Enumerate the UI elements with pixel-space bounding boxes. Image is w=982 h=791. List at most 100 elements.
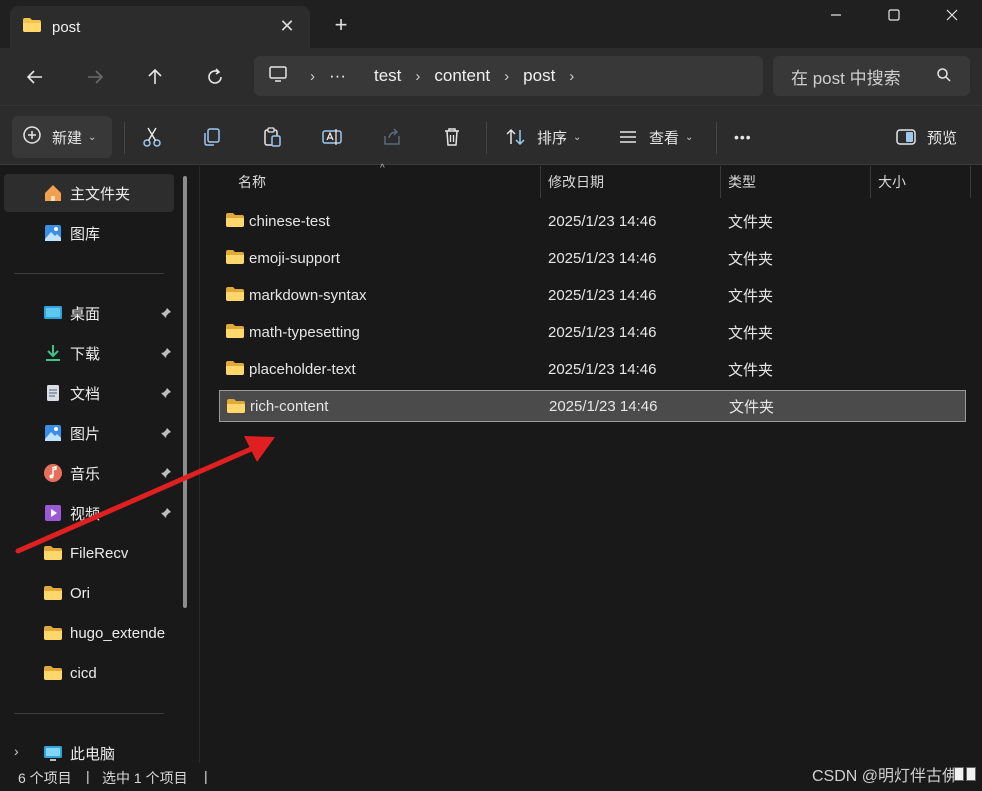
rename-button[interactable] (320, 125, 344, 149)
search-input[interactable]: 在 post 中搜索 (773, 56, 970, 96)
details-view-icon[interactable] (954, 767, 964, 781)
file-type: 文件夹 (728, 213, 774, 231)
table-row[interactable]: emoji-support 2025/1/23 14:46 文件夹 (219, 242, 966, 274)
navigation-pane: 主文件夹 图库 桌面 下载 文档 图片 音乐 视频 FileRecv Ori h… (0, 166, 200, 763)
pin-icon[interactable] (160, 306, 172, 323)
folder-icon (22, 17, 42, 37)
column-divider[interactable] (970, 166, 971, 198)
pin-icon[interactable] (160, 426, 172, 443)
sidebar-scrollbar[interactable] (183, 176, 187, 608)
refresh-button[interactable] (200, 62, 230, 92)
divider (716, 122, 717, 154)
table-row[interactable]: chinese-test 2025/1/23 14:46 文件夹 (219, 205, 966, 237)
gallery-icon (42, 222, 64, 244)
sort-ascending-icon: ^ (380, 163, 385, 174)
sidebar-item-ori[interactable]: Ori (4, 574, 174, 612)
column-divider[interactable] (540, 166, 541, 198)
maximize-button[interactable] (874, 4, 914, 26)
chevron-right-icon[interactable]: › (504, 68, 509, 85)
column-header-name[interactable]: 名称 (238, 166, 266, 198)
sidebar-item-label: 文档 (70, 385, 101, 403)
file-name: rich-content (250, 397, 329, 415)
breadcrumb-post[interactable]: post (523, 66, 555, 86)
home-icon (42, 182, 64, 204)
arrow-left-icon (26, 70, 42, 84)
table-row[interactable]: markdown-syntax 2025/1/23 14:46 文件夹 (219, 279, 966, 311)
table-row[interactable]: placeholder-text 2025/1/23 14:46 文件夹 (219, 353, 966, 385)
tab-post[interactable]: post ✕ (10, 6, 310, 48)
address-bar[interactable]: › ··· test › content › post › (254, 56, 763, 96)
trash-icon (445, 128, 459, 146)
column-header-modified[interactable]: 修改日期 (548, 166, 604, 198)
sort-button[interactable]: 排序 ⌄ (505, 125, 581, 149)
divider (124, 122, 125, 154)
column-divider[interactable] (870, 166, 871, 198)
sidebar-item-gallery[interactable]: 图库 (4, 214, 174, 252)
forward-button[interactable] (80, 62, 110, 92)
sidebar-item-label: cicd (70, 664, 97, 682)
sidebar-item-label: 主文件夹 (70, 185, 131, 203)
paste-icon (264, 127, 281, 147)
folder-icon (42, 622, 64, 644)
minimize-button[interactable] (816, 4, 856, 26)
sidebar-item-downloads[interactable]: 下载 (4, 334, 174, 372)
column-divider[interactable] (720, 166, 721, 198)
breadcrumb-ellipsis[interactable]: ··· (329, 66, 346, 86)
copy-button[interactable] (200, 125, 224, 149)
cut-button[interactable] (140, 125, 164, 149)
view-button[interactable]: 查看 ⌄ (617, 125, 693, 149)
file-type: 文件夹 (728, 250, 774, 268)
paste-button[interactable] (260, 125, 284, 149)
sidebar-item-videos[interactable]: 视频 (4, 494, 174, 532)
preview-button[interactable]: 预览 (895, 125, 957, 149)
file-name: placeholder-text (249, 360, 356, 378)
pin-icon[interactable] (160, 346, 172, 363)
breadcrumb-content[interactable]: content (434, 66, 490, 86)
breadcrumb-test[interactable]: test (374, 66, 401, 86)
folder-icon (42, 582, 64, 604)
pin-icon[interactable] (160, 466, 172, 483)
address-row: › ··· test › content › post › 在 post 中搜索 (0, 48, 982, 105)
chevron-right-icon[interactable]: › (569, 68, 574, 85)
tiles-view-icon[interactable] (966, 767, 976, 781)
pin-icon[interactable] (160, 386, 172, 403)
delete-button[interactable] (440, 125, 464, 149)
scissors-icon (143, 127, 161, 147)
up-button[interactable] (140, 62, 170, 92)
sidebar-item-label: Ori (70, 584, 90, 602)
divider (14, 273, 164, 274)
view-toggle[interactable] (954, 767, 976, 781)
folder-icon (225, 212, 245, 232)
sidebar-item-cicd[interactable]: cicd (4, 654, 174, 692)
more-button[interactable]: ••• (734, 125, 752, 149)
folder-icon (225, 249, 245, 269)
new-tab-button[interactable]: + (330, 14, 352, 36)
sidebar-item-label: 此电脑 (70, 745, 116, 763)
table-row[interactable]: math-typesetting 2025/1/23 14:46 文件夹 (219, 316, 966, 348)
column-header-size[interactable]: 大小 (878, 166, 906, 198)
sidebar-item-home[interactable]: 主文件夹 (4, 174, 174, 212)
file-type: 文件夹 (729, 398, 775, 416)
close-tab-icon[interactable]: ✕ (278, 17, 296, 35)
share-button[interactable] (380, 125, 404, 149)
new-button[interactable]: 新建 ⌄ (12, 116, 112, 158)
table-row-selected[interactable]: rich-content 2025/1/23 14:46 文件夹 (219, 390, 966, 422)
back-button[interactable] (20, 62, 50, 92)
chevron-right-icon[interactable]: › (415, 68, 420, 85)
sidebar-item-music[interactable]: 音乐 (4, 454, 174, 492)
column-header-type[interactable]: 类型 (728, 166, 756, 198)
sidebar-item-documents[interactable]: 文档 (4, 374, 174, 412)
close-window-button[interactable] (932, 4, 972, 26)
chevron-down-icon: ⌄ (573, 131, 582, 143)
file-type: 文件夹 (728, 361, 774, 379)
pin-icon[interactable] (160, 506, 172, 523)
sidebar-item-label: 图片 (70, 425, 101, 443)
sidebar-item-hugo-extended[interactable]: hugo_extende (4, 614, 174, 652)
file-type: 文件夹 (728, 324, 774, 342)
refresh-icon (208, 68, 222, 84)
sidebar-item-pictures[interactable]: 图片 (4, 414, 174, 452)
sort-label: 排序 (537, 129, 568, 147)
new-button-label: 新建 (52, 129, 83, 147)
sidebar-item-filerecv[interactable]: FileRecv (4, 534, 174, 572)
sidebar-item-desktop[interactable]: 桌面 (4, 294, 174, 332)
